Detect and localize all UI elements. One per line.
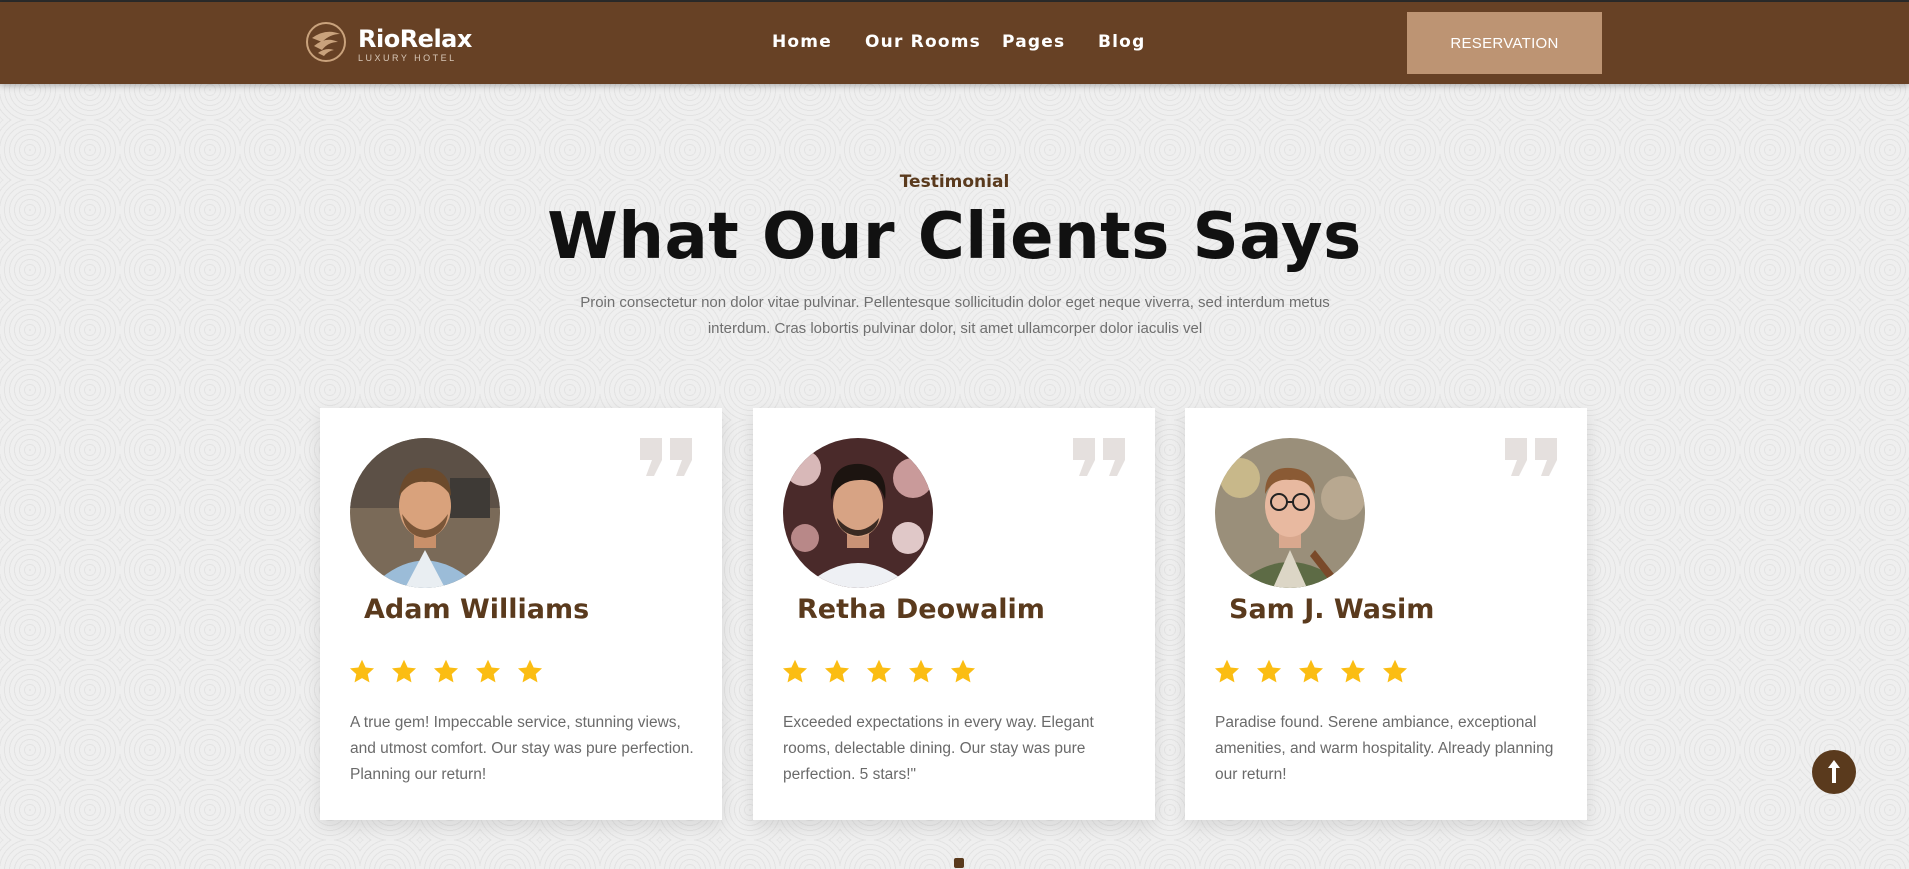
testimonial-card: Sam J. Wasim Paradise found. Serene ambi…: [1185, 408, 1587, 820]
rating-stars: [1213, 658, 1409, 686]
nav-blog[interactable]: Blog: [1098, 32, 1145, 52]
testimonial-card: Retha Deowalim Exceeded expectations in …: [753, 408, 1155, 820]
star-icon: [517, 659, 543, 683]
star-icon: [1214, 659, 1240, 683]
rating-stars: [781, 658, 977, 686]
nav-pages[interactable]: Pages: [1002, 32, 1065, 52]
star-icon: [1298, 659, 1324, 683]
arrow-up-icon: [1828, 760, 1840, 783]
section-description: Proin consectetur non dolor vitae pulvin…: [580, 294, 1330, 337]
main-nav: Home Our Rooms Pages Blog: [0, 32, 1909, 56]
navbar: RioRelax LUXURY HOTEL Home Our Rooms Pag…: [0, 2, 1909, 84]
avatar: [783, 438, 933, 588]
star-icon: [1256, 659, 1282, 683]
review-text: Paradise found. Serene ambiance, excepti…: [1215, 714, 1554, 783]
nav-our-rooms[interactable]: Our Rooms: [865, 32, 981, 52]
slider-dot-active[interactable]: [954, 858, 964, 868]
star-icon: [1340, 659, 1366, 683]
testimonial-card: Adam Williams A true gem! Impeccable ser…: [320, 408, 722, 820]
reservation-button[interactable]: RESERVATION: [1407, 12, 1602, 74]
nav-home[interactable]: Home: [772, 32, 832, 52]
avatar: [350, 438, 500, 588]
quote-icon: [1505, 438, 1557, 476]
client-name: Sam J. Wasim: [1229, 594, 1435, 625]
quote-icon: [640, 438, 692, 476]
quote-icon: [1073, 438, 1125, 476]
scroll-to-top-button[interactable]: [1812, 750, 1856, 794]
star-icon: [475, 659, 501, 683]
avatar: [1215, 438, 1365, 588]
star-icon: [782, 659, 808, 683]
star-icon: [824, 659, 850, 683]
star-icon: [349, 659, 375, 683]
client-name: Retha Deowalim: [797, 594, 1045, 625]
section-title: What Our Clients Says: [547, 200, 1362, 274]
section-tag: Testimonial: [899, 172, 1010, 192]
review-text: A true gem! Impeccable service, stunning…: [350, 714, 694, 783]
star-icon: [866, 659, 892, 683]
star-icon: [1382, 659, 1408, 683]
star-icon: [908, 659, 934, 683]
rating-stars: [348, 658, 544, 686]
review-text: Exceeded expectations in every way. Eleg…: [783, 714, 1094, 783]
star-icon: [433, 659, 459, 683]
star-icon: [391, 659, 417, 683]
star-icon: [950, 659, 976, 683]
client-name: Adam Williams: [364, 594, 590, 625]
